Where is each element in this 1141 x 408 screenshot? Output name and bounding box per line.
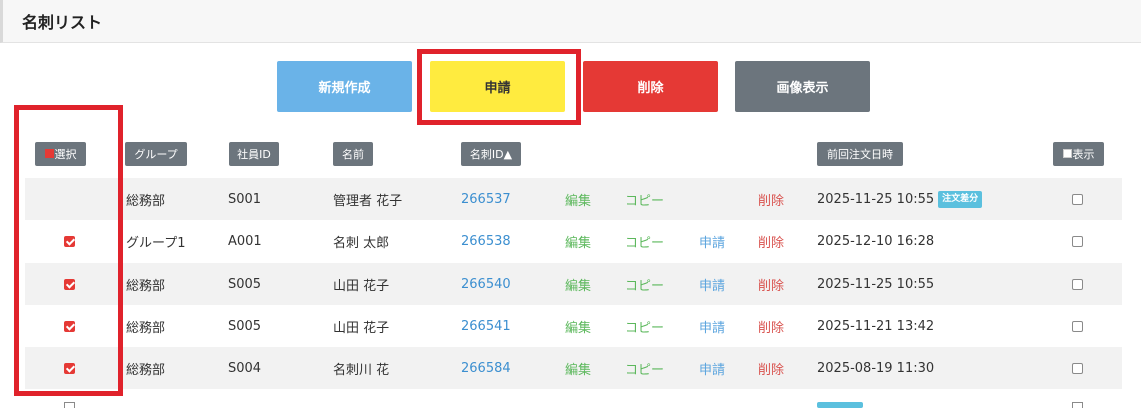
- show-checkbox[interactable]: [1072, 193, 1083, 205]
- delete-button[interactable]: 削除: [583, 61, 718, 112]
- card-id-link[interactable]: 266584: [461, 347, 511, 389]
- group-cell: 総務部: [126, 278, 166, 294]
- delete-link[interactable]: 削除: [758, 220, 784, 262]
- copy-link[interactable]: コピー: [625, 263, 664, 305]
- apply-link[interactable]: 申請: [699, 305, 725, 347]
- show-cell: [1072, 178, 1083, 220]
- delete-link[interactable]: 削除: [758, 263, 784, 305]
- header-show-label: 表示: [1072, 148, 1095, 161]
- card-id-link[interactable]: 266541: [461, 305, 511, 347]
- edit-link[interactable]: 編集: [565, 347, 591, 389]
- group-cell: 総務部: [126, 193, 166, 209]
- name-cell: 名刺 太郎: [333, 235, 390, 251]
- page-title: 名刺リスト: [22, 13, 103, 32]
- show-cell: [1072, 347, 1083, 389]
- header-card-id[interactable]: 名刺ID▲: [461, 142, 521, 166]
- delete-link[interactable]: 削除: [758, 178, 784, 220]
- table-row: 総務部 S005 山田 花子 266541 編集 コピー 申請 削除 2025-11-21 13…: [25, 305, 1122, 347]
- group-cell: 総務部: [126, 362, 166, 378]
- emp-id-cell: S005: [228, 276, 262, 292]
- show-cell: [1072, 220, 1083, 262]
- copy-link[interactable]: コピー: [625, 347, 664, 389]
- header-last-order[interactable]: 前回注文日時: [817, 142, 903, 166]
- row-checkbox[interactable]: [64, 278, 75, 290]
- show-checkbox-partial[interactable]: [1072, 402, 1083, 408]
- copy-link[interactable]: コピー: [625, 220, 664, 262]
- header-name[interactable]: 名前: [333, 142, 373, 166]
- row-checkbox-partial[interactable]: [64, 402, 75, 408]
- card-id-link[interactable]: 266537: [461, 178, 511, 220]
- delete-link[interactable]: 削除: [758, 305, 784, 347]
- delete-link[interactable]: 削除: [758, 347, 784, 389]
- name-cell: 山田 花子: [333, 320, 390, 336]
- name-cell: 管理者 花子: [333, 193, 403, 209]
- apply-link[interactable]: 申請: [699, 347, 725, 389]
- header-select[interactable]: 選択: [35, 142, 86, 166]
- last-order-cell: 2025-08-19 11:30: [817, 347, 934, 389]
- table-row: 総務部 S005 山田 花子 266540 編集 コピー 申請 削除 2025-11-25 10…: [25, 263, 1122, 305]
- badge-partial: [817, 402, 863, 408]
- card-id-link[interactable]: 266540: [461, 263, 511, 305]
- emp-id-cell: A001: [228, 233, 262, 249]
- last-order-date: 2025-11-21 13:42: [817, 318, 935, 334]
- group-cell: 総務部: [126, 320, 166, 336]
- header-select-label: 選択: [54, 148, 77, 161]
- show-checkbox[interactable]: [1072, 362, 1083, 374]
- apply-link[interactable]: 申請: [699, 263, 725, 305]
- last-order-cell: 2025-11-25 10:55: [817, 263, 934, 305]
- show-checkbox[interactable]: [1072, 320, 1083, 332]
- last-order-date: 2025-08-19 11:30: [817, 360, 935, 376]
- table-row: 総務部 S001 管理者 花子 266537 編集 コピー 削除 2025-11-25 10:…: [25, 178, 1122, 220]
- apply-button[interactable]: 申請: [430, 61, 565, 112]
- row-checkbox[interactable]: [64, 320, 75, 332]
- name-cell: 名刺川 花: [333, 362, 390, 378]
- show-cell: [1072, 263, 1083, 305]
- copy-link[interactable]: コピー: [625, 305, 664, 347]
- page-header: 名刺リスト: [0, 0, 1141, 43]
- show-all-checkbox[interactable]: [1062, 148, 1072, 158]
- last-order-date: 2025-12-10 16:28: [817, 233, 935, 249]
- table-row-partial: [25, 392, 1122, 408]
- card-id-link[interactable]: 266538: [461, 220, 511, 262]
- name-cell: 山田 花子: [333, 278, 390, 294]
- copy-link[interactable]: コピー: [625, 178, 664, 220]
- edit-link[interactable]: 編集: [565, 305, 591, 347]
- row-checkbox[interactable]: [64, 362, 75, 374]
- order-diff-badge: 注文差分: [938, 190, 983, 208]
- show-cell: [1072, 305, 1083, 347]
- edit-link[interactable]: 編集: [565, 263, 591, 305]
- edit-link[interactable]: 編集: [565, 178, 591, 220]
- emp-id-cell: S005: [228, 318, 262, 334]
- last-order-cell: 2025-12-10 16:28: [817, 220, 934, 262]
- header-show[interactable]: 表示: [1053, 142, 1104, 166]
- emp-id-cell: S001: [228, 191, 262, 207]
- show-image-button[interactable]: 画像表示: [735, 61, 870, 112]
- row-select-cell: [64, 305, 75, 347]
- new-create-button[interactable]: 新規作成: [277, 61, 412, 112]
- row-checkbox[interactable]: [64, 235, 75, 247]
- header-emp-id[interactable]: 社員ID: [229, 142, 279, 166]
- edit-link[interactable]: 編集: [565, 220, 591, 262]
- table-row: 総務部 S004 名刺川 花 266584 編集 コピー 申請 削除 2025-08-19 11…: [25, 347, 1122, 389]
- group-cell: グループ1: [126, 235, 186, 251]
- show-checkbox[interactable]: [1072, 278, 1083, 290]
- last-order-date: 2025-11-25 10:55: [817, 276, 935, 292]
- last-order-date: 2025-11-25 10:55: [817, 191, 935, 207]
- header-group[interactable]: グループ: [125, 142, 187, 166]
- emp-id-cell: S004: [228, 360, 262, 376]
- last-order-cell: 2025-11-21 13:42: [817, 305, 934, 347]
- table-row: グループ1 A001 名刺 太郎 266538 編集 コピー 申請 削除 2025-12-10 …: [25, 220, 1122, 262]
- apply-link[interactable]: 申請: [699, 220, 725, 262]
- row-select-cell: [64, 263, 75, 305]
- row-select-cell: [64, 347, 75, 389]
- show-checkbox[interactable]: [1072, 235, 1083, 247]
- last-order-cell: 2025-11-25 10:55 注文差分: [817, 178, 983, 220]
- select-all-checkbox[interactable]: [44, 148, 54, 158]
- row-select-cell: [64, 220, 75, 262]
